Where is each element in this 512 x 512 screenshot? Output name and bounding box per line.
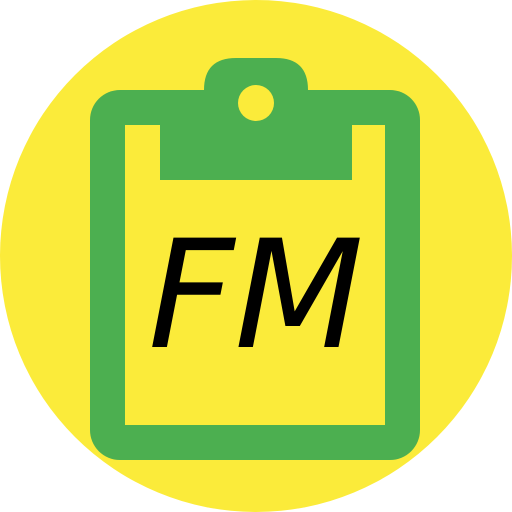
clipboard-clip-hole [238,85,274,121]
app-icon: FM [0,0,512,512]
app-icon-label: FM [148,209,364,383]
